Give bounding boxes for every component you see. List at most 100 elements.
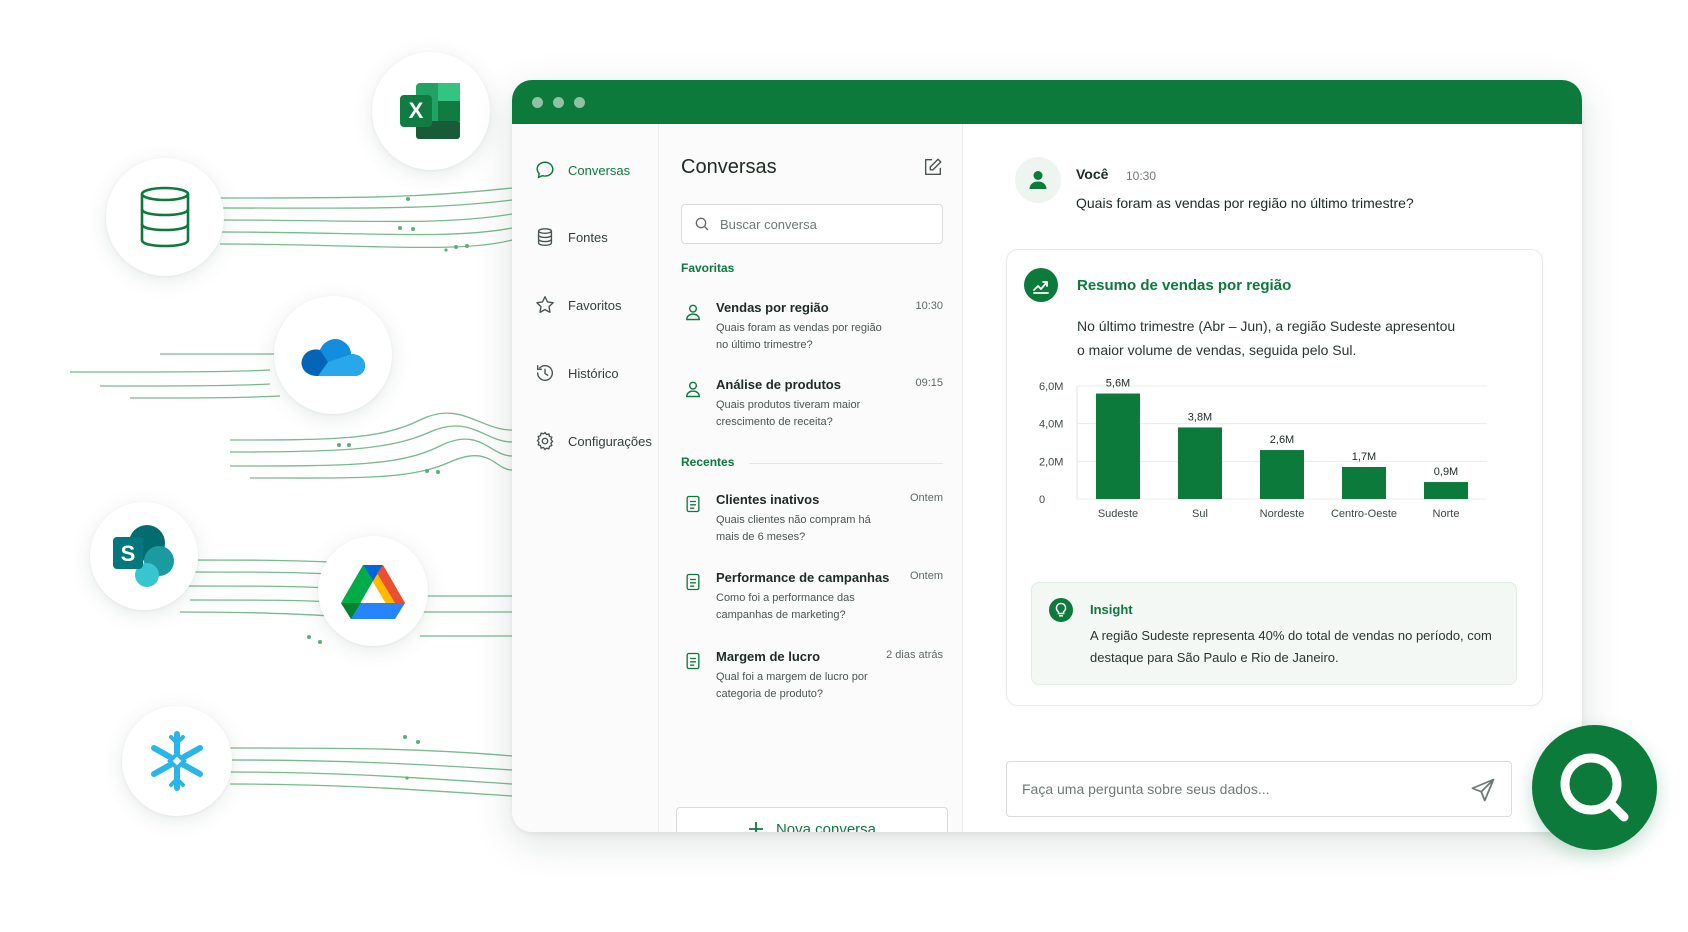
conversation-preview: Quais produtos tiveram maior crescimento… [716, 399, 861, 428]
panel-title: Conversas [681, 156, 777, 178]
sidebar-item-conversas[interactable]: Conversas [534, 159, 630, 181]
conversation-title: Clientes inativos [716, 492, 820, 507]
insight-title: Insight [1090, 602, 1133, 617]
chat-icon [536, 161, 554, 179]
sidebar-item-historico[interactable]: Histórico [534, 362, 619, 384]
sharepoint-source[interactable]: S [90, 502, 198, 610]
snowflake-source[interactable] [122, 706, 232, 816]
y-tick-label: 0 [1039, 494, 1045, 506]
new-conversation-label: Nova conversa [775, 820, 877, 833]
google-drive-source[interactable] [318, 536, 428, 646]
answer-title: Resumo de vendas por região [1077, 277, 1292, 294]
conversation-time: Ontem [909, 570, 943, 582]
edit-icon[interactable] [922, 156, 944, 178]
conversation-time: 2 dias atrás [886, 649, 943, 661]
list-item[interactable]: Análise de produtos 09:15 Quais produtos… [681, 377, 943, 447]
database-icon [140, 186, 190, 248]
answer-icon-badge [1024, 268, 1058, 302]
document-icon [686, 652, 700, 670]
list-item[interactable]: Performance de campanhas Ontem Como foi … [681, 570, 943, 640]
conversation-title: Margem de lucro [716, 649, 821, 664]
onedrive-source[interactable] [274, 296, 392, 414]
conversation-time: Ontem [909, 492, 943, 504]
excel-icon: X [400, 83, 460, 139]
x-tick-label: Sul [1192, 508, 1208, 520]
title-bar [512, 80, 1582, 124]
bar [1424, 482, 1468, 499]
svg-text:X: X [409, 98, 424, 123]
document-icon [686, 573, 700, 591]
conversation-title: Performance de campanhas [716, 570, 890, 585]
conversation-time: 10:30 [915, 300, 943, 312]
conversation-preview: Como foi a performance das campanhas de … [716, 592, 855, 621]
sidebar-item-label: Favoritos [568, 297, 622, 313]
recent-section-label: Recentes [681, 455, 735, 469]
conversation-preview: Quais foram as vendas por região no últi… [716, 322, 882, 351]
window-control-dot[interactable] [574, 96, 585, 108]
message-time: 10:30 [1126, 169, 1157, 183]
send-icon[interactable] [1469, 776, 1497, 804]
sidebar-nav: Conversas Fontes Favoritos Histórico Con… [512, 124, 659, 832]
sidebar-item-label: Configurações [568, 433, 652, 449]
insight-text: A região Sudeste representa 40% do total… [1090, 628, 1492, 665]
list-item[interactable]: Margem de lucro 2 dias atrás Qual foi a … [681, 649, 943, 719]
question-input[interactable] [1022, 781, 1442, 797]
sidebar-item-label: Conversas [568, 162, 631, 178]
message-author: Você [1076, 166, 1109, 182]
excel-source[interactable]: X [372, 52, 490, 170]
conversation-panel: Conversas Favoritas Vendas por região 10… [659, 124, 963, 832]
google-drive-icon [341, 565, 405, 619]
list-item[interactable]: Clientes inativos Ontem Quais clientes n… [681, 492, 943, 562]
brand-logo [1532, 725, 1657, 850]
favorites-section-label: Favoritas [681, 261, 735, 275]
sidebar-item-favoritos[interactable]: Favoritos [534, 294, 621, 316]
answer-text: No último trimestre (Abr – Jun), a regiã… [1077, 318, 1456, 358]
x-tick-label: Nordeste [1260, 508, 1305, 520]
search-box [681, 204, 943, 244]
bar-value-label: 0,9M [1434, 466, 1458, 478]
document-icon [686, 495, 700, 513]
x-tick-label: Sudeste [1098, 508, 1138, 520]
sidebar-item-configuracoes[interactable]: Configurações [534, 430, 652, 452]
answer-card: Resumo de vendas por região No último tr… [1006, 249, 1543, 706]
bar-value-label: 2,6M [1270, 434, 1294, 446]
conversation-title: Análise de produtos [716, 377, 841, 392]
conversation-preview: Quais clientes não compram há mais de 6 … [716, 514, 871, 543]
window-control-dot[interactable] [532, 96, 543, 108]
y-tick-label: 4,0M [1039, 419, 1063, 431]
section-divider [749, 463, 943, 464]
x-tick-label: Centro-Oeste [1331, 508, 1397, 520]
y-tick-label: 6,0M [1039, 381, 1063, 393]
user-message: Quais foram as vendas por região no últi… [1076, 195, 1414, 211]
user-icon [1029, 171, 1047, 189]
gear-icon [536, 431, 554, 451]
window-control-dot[interactable] [553, 96, 564, 108]
search-icon [695, 217, 709, 231]
sharepoint-icon: S [113, 525, 174, 587]
sidebar-item-fontes[interactable]: Fontes [534, 226, 608, 248]
history-icon [536, 364, 553, 382]
database-icon [537, 228, 553, 246]
list-item[interactable]: Vendas por região 10:30 Quais foram as v… [681, 300, 943, 370]
lightbulb-icon [1049, 598, 1073, 622]
new-conversation-button[interactable]: Nova conversa [676, 807, 948, 832]
app-window: Conversas Fontes Favoritos Histórico Con… [512, 80, 1582, 832]
svg-text:S: S [121, 541, 136, 566]
conversation-time: 09:15 [915, 377, 943, 389]
snowflake-icon [151, 731, 203, 791]
conversation-preview: Qual foi a margem de lucro por categoria… [716, 671, 868, 700]
chat-area: Você 10:30 Quais foram as vendas por reg… [963, 124, 1582, 832]
bar [1096, 393, 1140, 499]
avatar [1015, 157, 1061, 203]
sidebar-item-label: Fontes [568, 229, 608, 245]
bar [1342, 466, 1386, 499]
question-input-box [1006, 761, 1512, 817]
bar-value-label: 5,6M [1106, 378, 1130, 390]
bar [1260, 450, 1304, 499]
chart-growth-icon [1033, 281, 1049, 294]
search-input[interactable] [720, 216, 930, 232]
bar-value-label: 3,8M [1188, 411, 1212, 423]
conversation-title: Vendas por região [716, 300, 829, 315]
bar [1178, 427, 1222, 499]
database-source[interactable] [106, 158, 224, 276]
